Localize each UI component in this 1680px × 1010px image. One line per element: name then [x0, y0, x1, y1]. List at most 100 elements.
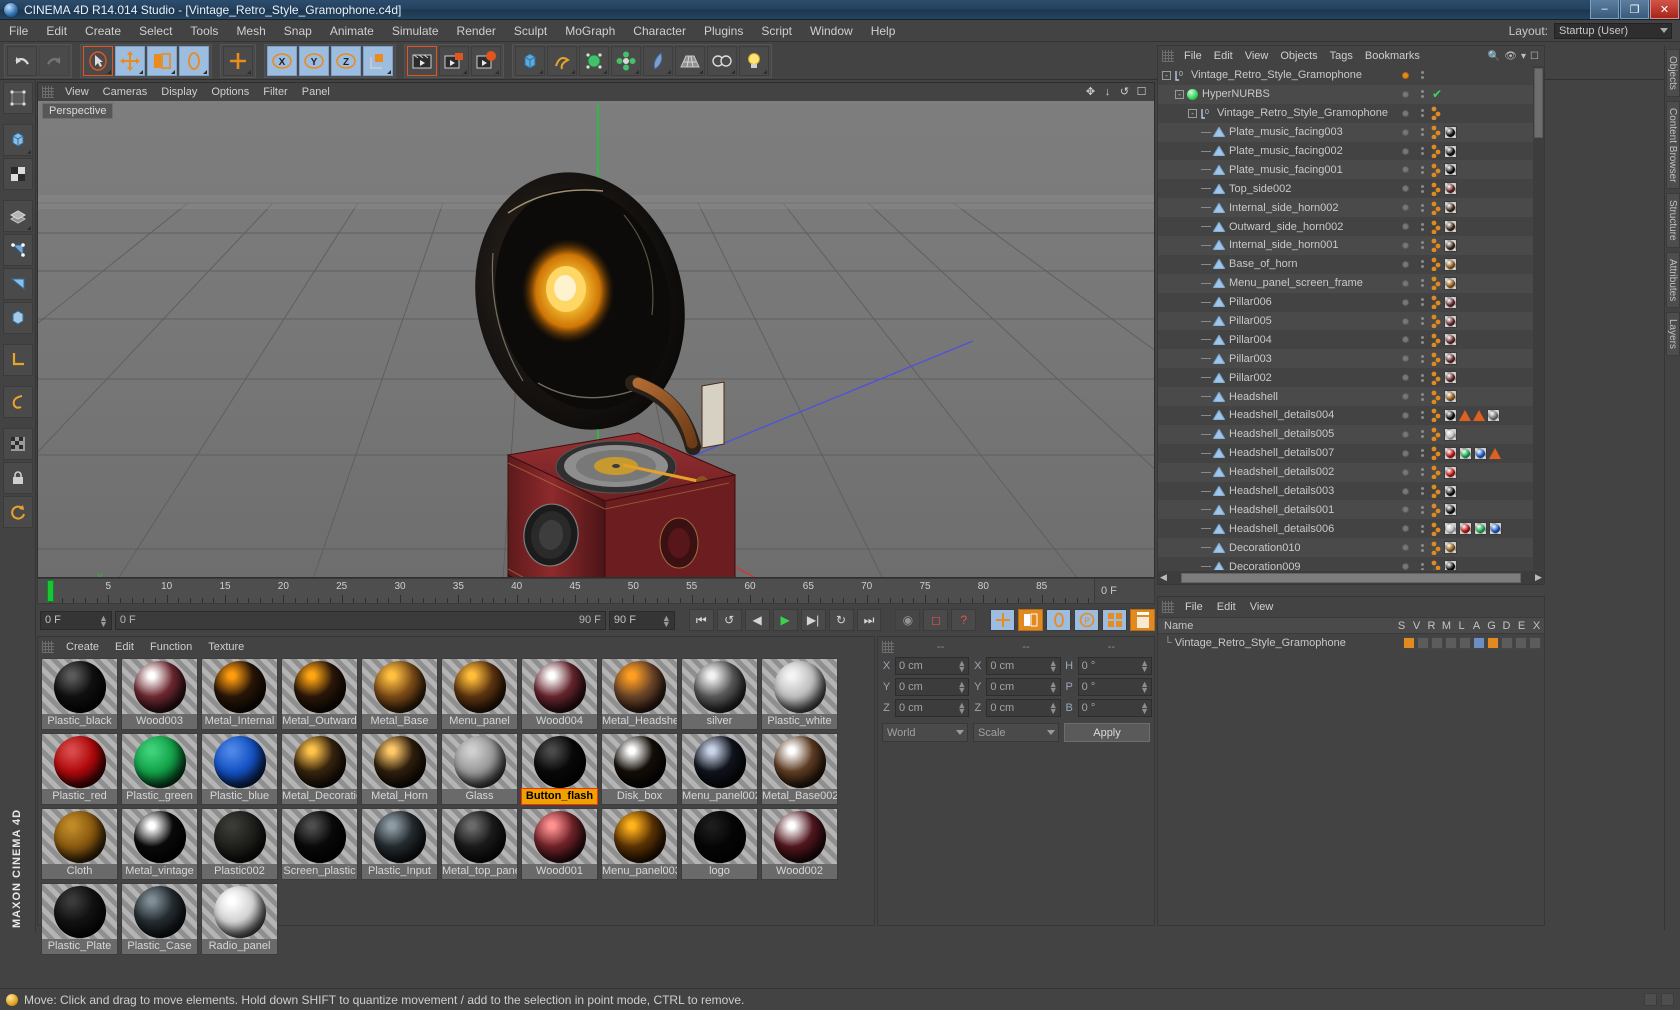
object-tags[interactable]	[1426, 390, 1544, 404]
visibility-dots[interactable]	[1392, 298, 1418, 306]
frame-range-slider[interactable]: 0 F 90 F	[114, 610, 606, 630]
material-tag-icon[interactable]	[1444, 503, 1457, 517]
selection-tag-icon[interactable]	[1489, 447, 1501, 459]
spinner-icon[interactable]: ▲ ▼	[1140, 700, 1149, 715]
rotation-p-field[interactable]: 0 ° ▲ ▼	[1077, 677, 1152, 696]
object-menu-objects[interactable]: Objects	[1274, 48, 1323, 64]
material-tag-icon[interactable]	[1444, 541, 1457, 555]
object-tags[interactable]	[1426, 465, 1544, 480]
tag-dots-icon[interactable]	[1430, 446, 1442, 461]
material-menu-edit[interactable]: Edit	[107, 639, 142, 655]
material-swatch[interactable]: Radio_panel	[201, 883, 278, 955]
spinner-icon[interactable]: ▲ ▼	[99, 613, 108, 628]
object-tags[interactable]	[1426, 314, 1544, 329]
selection-tag-icon[interactable]	[1473, 409, 1485, 421]
material-menu-texture[interactable]: Texture	[200, 639, 252, 655]
visibility-dots[interactable]	[1392, 317, 1418, 325]
lock-x-axis[interactable]: X	[267, 45, 297, 76]
object-row[interactable]: Pillar006	[1158, 293, 1544, 312]
play-button[interactable]: ▶	[772, 609, 798, 631]
object-tags[interactable]	[1426, 371, 1544, 385]
visibility-dot-icon[interactable]	[1401, 487, 1409, 495]
texture-mode-button[interactable]	[2, 158, 33, 190]
editor-render-dots[interactable]	[1418, 317, 1426, 326]
object-row[interactable]: Menu_panel_screen_frame	[1158, 273, 1544, 293]
material-tag-icon[interactable]	[1459, 446, 1472, 460]
tag-dots-icon[interactable]	[1430, 163, 1442, 177]
material-tag-icon[interactable]	[1444, 333, 1457, 347]
visibility-dots[interactable]	[1392, 430, 1418, 438]
visibility-dots[interactable]	[1392, 563, 1418, 570]
object-tags[interactable]	[1426, 522, 1544, 536]
object-manager-hscrollbar[interactable]: ◀ ▶	[1158, 571, 1544, 584]
object-manager-vscrollbar[interactable]	[1533, 66, 1544, 570]
autokeying-button[interactable]: ◻	[923, 609, 949, 631]
selection-tag-icon[interactable]	[1459, 409, 1471, 421]
timeline-toggle-button[interactable]	[1130, 609, 1155, 631]
object-tags[interactable]	[1426, 295, 1544, 310]
visibility-dots[interactable]	[1392, 128, 1418, 136]
position-z-field[interactable]: 0 cm ▲ ▼	[895, 698, 970, 717]
tab-objects[interactable]: Objects	[1666, 49, 1680, 97]
object-row[interactable]: Pillar004	[1158, 330, 1544, 349]
size-y-field[interactable]: 0 cm ▲ ▼	[986, 677, 1061, 696]
object-row[interactable]: Headshell	[1158, 387, 1544, 407]
editor-render-dots[interactable]	[1418, 241, 1426, 250]
scale-key-button[interactable]	[1018, 609, 1044, 631]
material-swatch[interactable]: Menu_panel003	[601, 808, 678, 880]
visibility-dots[interactable]	[1392, 336, 1418, 344]
object-row[interactable]: Headshell_details001	[1158, 500, 1544, 520]
material-swatch[interactable]: Plastic002	[201, 808, 278, 880]
go-to-next-key-button[interactable]: ↻	[828, 609, 854, 631]
point-level-animation-button[interactable]	[1102, 609, 1128, 631]
material-swatch[interactable]: Metal_Internal	[201, 658, 278, 730]
tag-dots-icon[interactable]	[1430, 408, 1442, 423]
tag-dots-icon[interactable]	[1430, 503, 1442, 517]
material-swatch[interactable]: Wood001	[521, 808, 598, 880]
spinner-icon[interactable]: ▲ ▼	[957, 658, 966, 673]
spinner-icon[interactable]: ▲ ▼	[1049, 679, 1058, 694]
object-row[interactable]: Headshell_details006	[1158, 519, 1544, 538]
polygons-mode-button[interactable]	[2, 268, 33, 300]
object-tags[interactable]	[1426, 408, 1544, 423]
position-y-field[interactable]: 0 cm ▲ ▼	[895, 677, 970, 696]
material-tag-icon[interactable]	[1444, 446, 1457, 460]
material-menu-function[interactable]: Function	[142, 639, 200, 655]
object-row[interactable]: Headshell_details003	[1158, 482, 1544, 501]
visibility-dot-icon[interactable]	[1401, 71, 1409, 79]
material-tag-icon[interactable]	[1444, 201, 1457, 215]
material-swatch[interactable]: Plastic_Case	[121, 883, 198, 955]
visibility-dots[interactable]	[1392, 90, 1418, 98]
rotate-icon[interactable]: ↺	[1118, 86, 1131, 99]
material-swatch[interactable]: Metal_Base	[361, 658, 438, 730]
material-swatch[interactable]: Wood003	[121, 658, 198, 730]
attribute-menu-file[interactable]: File	[1178, 599, 1210, 615]
maximize-button[interactable]: ❐	[1620, 0, 1649, 19]
material-swatch[interactable]: Metal_top_panel	[441, 808, 518, 880]
object-tags[interactable]	[1426, 201, 1544, 215]
add-array-button[interactable]	[611, 45, 641, 76]
object-tags[interactable]	[1426, 238, 1544, 253]
make-editable-button[interactable]	[2, 82, 33, 114]
preview-end-field[interactable]: 90 F ▲ ▼	[608, 610, 675, 630]
visibility-dot-icon[interactable]	[1401, 355, 1409, 363]
visibility-dot-icon[interactable]	[1401, 166, 1409, 174]
position-key-button[interactable]	[990, 609, 1016, 631]
eye-icon[interactable]: 👁	[1504, 51, 1517, 62]
viewport-menu-display[interactable]: Display	[154, 84, 204, 100]
material-swatch[interactable]: Plastic_green	[121, 733, 198, 805]
spinner-icon[interactable]: ▲ ▼	[1140, 679, 1149, 694]
object-tags[interactable]: ✔	[1426, 87, 1544, 101]
tag-dots-icon[interactable]	[1430, 484, 1442, 499]
go-to-previous-key-button[interactable]: ↺	[716, 609, 742, 631]
visibility-dot-icon[interactable]	[1401, 279, 1409, 287]
layer-lock-icon[interactable]	[1459, 637, 1471, 649]
editor-render-dots[interactable]	[1418, 147, 1426, 155]
object-row[interactable]: Headshell_details007	[1158, 444, 1544, 463]
object-tags[interactable]	[1426, 276, 1544, 291]
tag-dots-icon[interactable]	[1430, 238, 1442, 253]
material-swatch[interactable]: Button_flash	[521, 733, 598, 805]
object-row[interactable]: - 0 Vintage_Retro_Style_Gramophone	[1158, 66, 1544, 85]
editor-render-dots[interactable]	[1418, 505, 1426, 514]
object-menu-edit[interactable]: Edit	[1208, 48, 1239, 64]
